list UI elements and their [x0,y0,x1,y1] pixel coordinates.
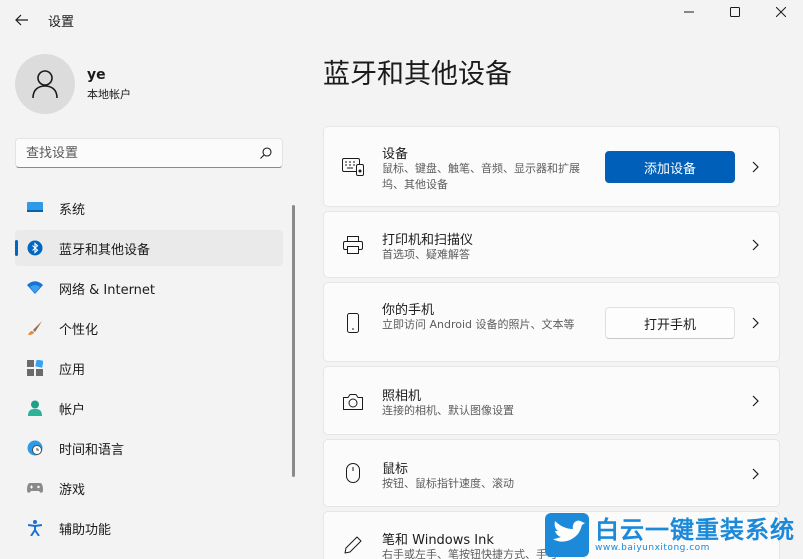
maximize-button[interactable] [712,0,758,24]
sidebar-item-network[interactable]: 网络 & Internet [15,270,283,306]
watermark-url: www.baiyunxitong.com [595,543,710,553]
sidebar-item-label: 帐户 [59,402,86,418]
phone-icon [342,312,364,334]
user-name: ye [87,66,106,83]
card-subtitle: 鼠标、键盘、触笔、音频、显示器和扩展坞、其他设备 [382,162,580,191]
card-subtitle: 连接的相机、默认图像设置 [382,404,514,417]
card-title: 笔和 Windows Ink [382,533,494,548]
search-icon[interactable] [260,147,272,159]
card-title: 打印机和扫描仪 [382,233,474,248]
sidebar-item-gaming[interactable]: 游戏 [15,470,283,506]
chevron-right-icon [749,468,761,480]
close-icon [776,7,786,17]
sidebar-item-label: 系统 [59,202,86,218]
card-mouse[interactable]: 鼠标 按钮、鼠标指针速度、滚动 [323,439,780,507]
card-devices[interactable]: 设备 鼠标、键盘、触笔、音频、显示器和扩展坞、其他设备 添加设备 [323,126,780,207]
title-bar: 设置 [0,0,803,40]
avatar [15,54,75,114]
card-printers[interactable]: 打印机和扫描仪 首选项、疑难解答 [323,211,780,278]
printer-icon [342,234,364,256]
back-arrow-icon [15,14,28,26]
sidebar-item-apps[interactable]: 应用 [15,350,283,386]
app-title: 设置 [48,15,75,30]
card-title: 你的手机 [382,303,435,318]
user-profile[interactable]: ye 本地帐户 [15,53,131,115]
brush-icon [27,320,43,336]
minimize-icon [684,11,694,13]
sidebar-item-label: 时间和语言 [59,442,125,458]
sidebar-item-label: 应用 [59,362,86,378]
sidebar-item-accounts[interactable]: 帐户 [15,390,283,426]
back-button[interactable] [8,6,36,34]
pen-icon [342,534,364,556]
gamepad-icon [27,480,43,496]
account-type: 本地帐户 [87,87,131,101]
wifi-icon [27,280,43,296]
close-button[interactable] [758,0,803,24]
user-icon [32,70,58,99]
search-input[interactable] [26,145,260,161]
chevron-right-icon [749,239,761,251]
sidebar-item-personalization[interactable]: 个性化 [15,310,283,346]
bluetooth-icon [27,240,43,256]
apps-icon [27,360,43,376]
profile-text: ye 本地帐户 [87,67,131,102]
sidebar-scrollbar[interactable] [292,205,295,477]
minimize-button[interactable] [666,0,712,24]
sidebar-item-label: 个性化 [59,322,99,338]
sidebar-item-time-language[interactable]: 时间和语言 [15,430,283,466]
chevron-right-icon [749,317,761,329]
sidebar-item-system[interactable]: 系统 [15,190,283,226]
sidebar-item-label: 辅助功能 [59,522,112,538]
sidebar-item-bluetooth[interactable]: 蓝牙和其他设备 [15,230,283,266]
mouse-icon [342,462,364,484]
sidebar-item-label: 蓝牙和其他设备 [59,242,151,258]
card-camera[interactable]: 照相机 连接的相机、默认图像设置 [323,366,780,435]
watermark-text: 白云一键重装系统 www.baiyunxitong.com [595,517,795,553]
bird-logo-icon [545,513,589,557]
maximize-icon [730,7,740,17]
card-subtitle: 立即访问 Android 设备的照片、文本等 [382,318,575,331]
accessibility-icon [27,520,43,536]
watermark-logo: 白云一键重装系统 www.baiyunxitong.com [545,511,803,559]
watermark-title: 白云一键重装系统 [595,516,795,544]
search-box[interactable] [15,138,283,168]
chevron-right-icon [749,395,761,407]
display-icon [27,200,43,216]
sidebar-item-accessibility[interactable]: 辅助功能 [15,510,283,546]
person-icon [27,400,43,416]
add-device-button[interactable]: 添加设备 [605,151,735,183]
card-subtitle: 首选项、疑难解答 [382,248,470,261]
globe-clock-icon [27,440,43,456]
page-title: 蓝牙和其他设备 [323,59,512,90]
sidebar-item-label: 游戏 [59,482,86,498]
card-title: 设备 [382,147,409,162]
sidebar-item-label: 网络 & Internet [59,282,156,298]
devices-icon [342,156,364,178]
card-subtitle: 按钮、鼠标指针速度、滚动 [382,477,514,490]
open-phone-button[interactable]: 打开手机 [605,307,735,339]
chevron-right-icon [749,161,761,173]
card-title: 鼠标 [382,462,409,477]
camera-icon [342,390,364,412]
card-title: 照相机 [382,389,422,404]
card-your-phone[interactable]: 你的手机 立即访问 Android 设备的照片、文本等 打开手机 [323,282,780,362]
sidebar-nav: 系统 蓝牙和其他设备 网络 & Internet 个性化 应用 帐户 时间和语言… [15,190,283,550]
